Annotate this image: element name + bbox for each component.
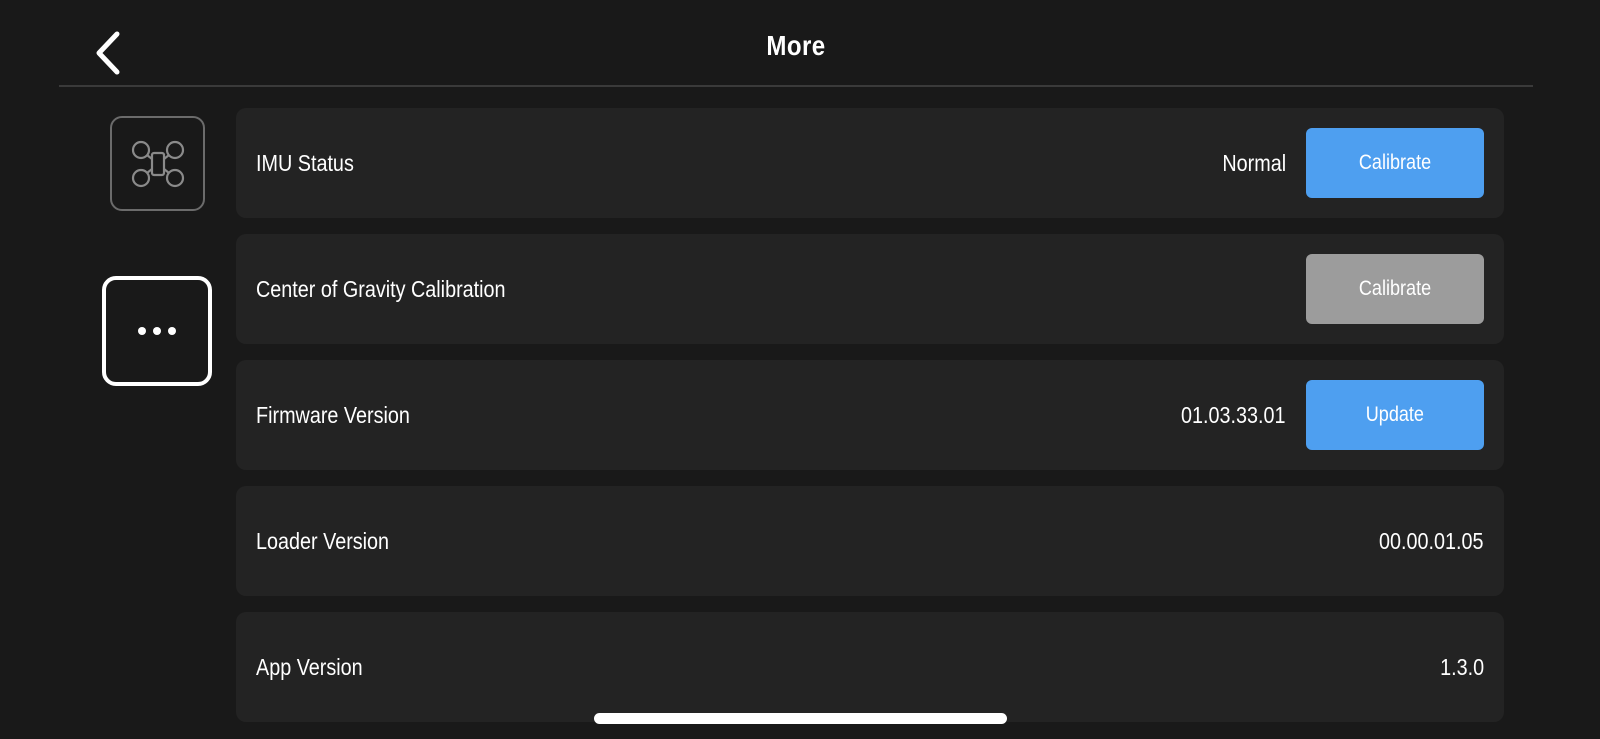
loader-version-label: Loader Version (256, 528, 390, 554)
center-of-gravity-calibrate-button[interactable]: Calibrate (1306, 254, 1484, 324)
app-version-value: 1.3.0 (1440, 654, 1484, 680)
app-version-row: App Version 1.3.0 (236, 612, 1504, 722)
firmware-version-value: 01.03.33.01 (1181, 402, 1286, 428)
imu-status-row: IMU Status Normal Calibrate (236, 108, 1504, 218)
drone-icon (131, 140, 184, 187)
center-of-gravity-label: Center of Gravity Calibration (256, 276, 506, 302)
header-bar: More (59, 0, 1533, 87)
center-of-gravity-row: Center of Gravity Calibration Calibrate (236, 234, 1504, 344)
back-button[interactable] (87, 28, 131, 78)
page-title: More (766, 30, 826, 61)
tab-more[interactable] (102, 276, 212, 386)
firmware-update-button[interactable]: Update (1306, 380, 1484, 450)
imu-status-label: IMU Status (256, 150, 354, 176)
app-version-label: App Version (256, 654, 363, 680)
firmware-version-row: Firmware Version 01.03.33.01 Update (236, 360, 1504, 470)
firmware-version-label: Firmware Version (256, 402, 410, 428)
chevron-left-icon (96, 31, 120, 75)
more-settings-screen: More IMU Status Normal Calibrate Center … (0, 0, 1600, 739)
loader-version-value: 00.00.01.05 (1379, 528, 1484, 554)
tab-aircraft[interactable] (110, 116, 205, 211)
home-indicator[interactable] (594, 713, 1007, 724)
imu-calibrate-button[interactable]: Calibrate (1306, 128, 1484, 198)
loader-version-row: Loader Version 00.00.01.05 (236, 486, 1504, 596)
more-dots-icon (138, 327, 176, 335)
imu-status-value: Normal (1222, 150, 1286, 176)
